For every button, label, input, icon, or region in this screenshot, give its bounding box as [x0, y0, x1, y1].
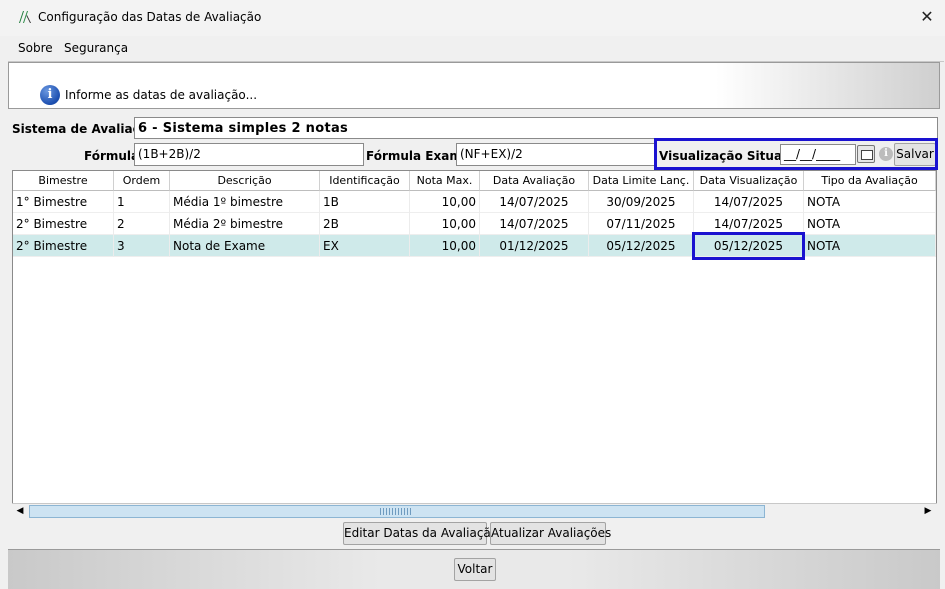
banner-text: Informe as datas de avaliação... [65, 88, 258, 102]
app-logo-icon [19, 11, 31, 23]
cell-descricao: Média 2º bimestre [170, 213, 320, 235]
cell-identificacao: 2B [320, 213, 410, 235]
cell-nota-max: 10,00 [410, 235, 480, 257]
scroll-thumb[interactable] [29, 505, 765, 518]
cell-descricao: Nota de Exame [170, 235, 320, 257]
footer-panel: Voltar [8, 549, 940, 589]
cell-descricao: Média 1º bimestre [170, 191, 320, 213]
cell-data-limite: 30/09/2025 [589, 191, 694, 213]
scroll-right-arrow-icon[interactable]: ▶ [920, 504, 936, 519]
cell-tipo: NOTA [804, 213, 936, 235]
cell-ordem: 3 [114, 235, 170, 257]
scroll-grip [380, 508, 412, 515]
cell-identificacao: 1B [320, 191, 410, 213]
title-bar: Configuração das Datas de Avaliação ✕ [0, 0, 945, 36]
voltar-button[interactable]: Voltar [454, 558, 496, 581]
sistema-field[interactable]: 6 - Sistema simples 2 notas [134, 117, 938, 139]
cell-ordem: 1 [114, 191, 170, 213]
cell-nota-max: 10,00 [410, 191, 480, 213]
visualizacao-highlight-box [654, 138, 938, 170]
cell-bimestre: 2° Bimestre [13, 235, 114, 257]
col-header-identificacao[interactable]: Identificação [320, 171, 410, 191]
col-header-descricao[interactable]: Descrição [170, 171, 320, 191]
horizontal-scrollbar[interactable]: ◀ ▶ [12, 503, 937, 519]
col-header-nota-max[interactable]: Nota Max. [410, 171, 480, 191]
cell-data-avaliacao: 01/12/2025 [480, 235, 589, 257]
cell-nota-max: 10,00 [410, 213, 480, 235]
evaluation-dates-table: Bimestre Ordem Descrição Identificação N… [12, 170, 937, 519]
menu-bar: Sobre Segurança [8, 36, 944, 62]
cell-bimestre: 1° Bimestre [13, 191, 114, 213]
cell-data-visualizacao: 14/07/2025 [694, 191, 804, 213]
menu-item-sobre[interactable]: Sobre [18, 41, 53, 55]
cell-data-avaliacao: 14/07/2025 [480, 213, 589, 235]
data-visualizacao-highlight-box [692, 232, 805, 260]
editar-datas-button[interactable]: Editar Datas da Avaliação [343, 522, 498, 545]
atualizar-avaliacoes-button[interactable]: Atualizar Avaliações [490, 522, 611, 545]
formula-exame-field[interactable]: (NF+EX)/2 [456, 143, 656, 166]
formula-field[interactable]: (1B+2B)/2 [134, 143, 364, 166]
col-header-ordem[interactable]: Ordem [114, 171, 170, 191]
col-header-tipo-avaliacao[interactable]: Tipo da Avaliação [804, 171, 936, 191]
cell-identificacao: EX [320, 235, 410, 257]
cell-data-avaliacao: 14/07/2025 [480, 191, 589, 213]
cell-ordem: 2 [114, 213, 170, 235]
cell-data-limite: 05/12/2025 [589, 235, 694, 257]
scroll-left-arrow-icon[interactable]: ◀ [12, 504, 28, 519]
info-icon: i [40, 85, 60, 105]
cell-tipo: NOTA [804, 191, 936, 213]
col-header-data-limite[interactable]: Data Limite Lanç. [589, 171, 694, 191]
col-header-bimestre[interactable]: Bimestre [13, 171, 114, 191]
table-row[interactable]: 1° Bimestre 1 Média 1º bimestre 1B 10,00… [13, 191, 936, 213]
cell-data-limite: 07/11/2025 [589, 213, 694, 235]
cell-tipo: NOTA [804, 235, 936, 257]
info-banner: i Informe as datas de avaliação... [8, 62, 940, 109]
cell-bimestre: 2° Bimestre [13, 213, 114, 235]
window-title: Configuração das Datas de Avaliação [38, 10, 262, 24]
menu-item-seguranca[interactable]: Segurança [64, 41, 128, 55]
col-header-data-visualizacao[interactable]: Data Visualização [694, 171, 804, 191]
close-icon[interactable]: ✕ [912, 6, 942, 30]
col-header-data-avaliacao[interactable]: Data Avaliação [480, 171, 589, 191]
